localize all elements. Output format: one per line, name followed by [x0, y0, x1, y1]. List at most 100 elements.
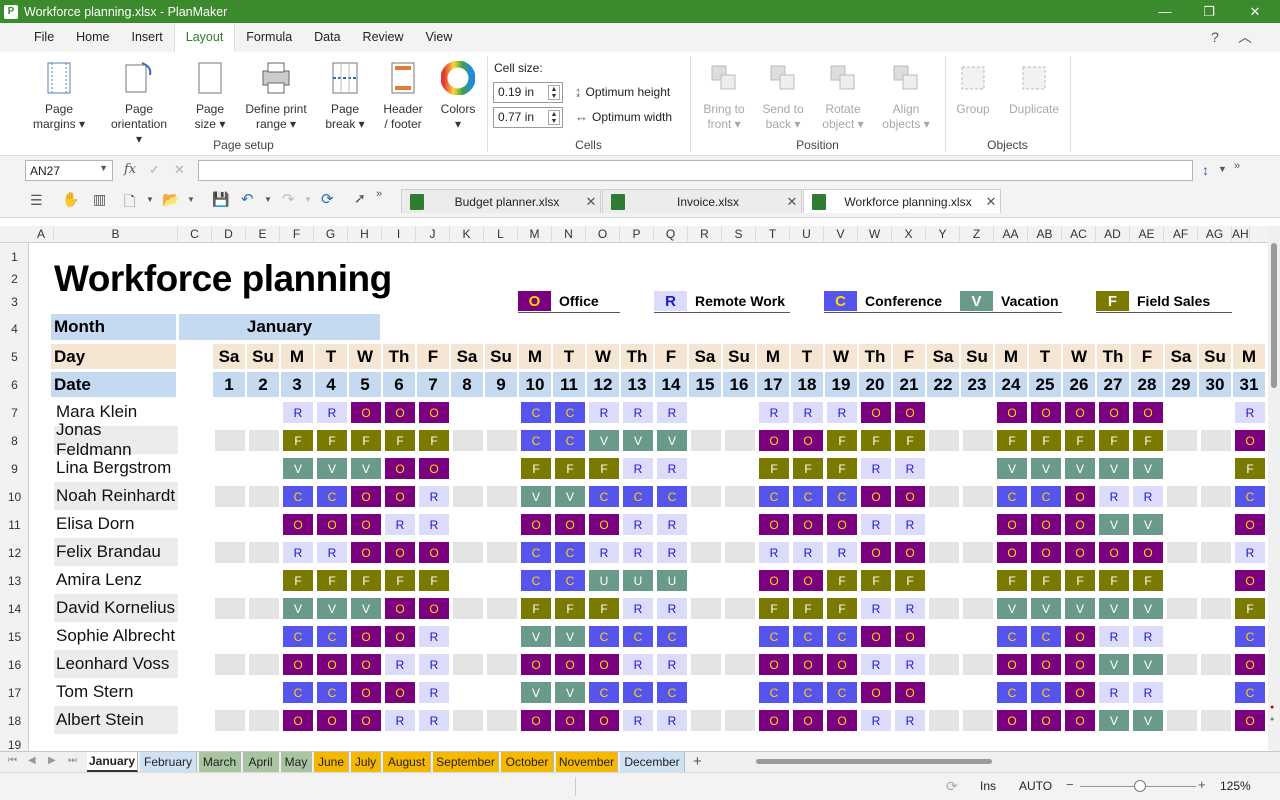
schedule-cell[interactable]: C [827, 486, 857, 507]
sidebar-icon[interactable]: ▥ [93, 191, 106, 208]
schedule-cell[interactable]: R [623, 598, 653, 619]
schedule-cell[interactable]: O [895, 626, 925, 647]
empty-cell[interactable] [725, 710, 755, 731]
empty-cell[interactable] [249, 486, 279, 507]
schedule-cell[interactable]: C [997, 682, 1027, 703]
schedule-cell[interactable]: C [827, 682, 857, 703]
schedule-cell[interactable]: O [793, 514, 823, 535]
schedule-cell[interactable]: C [657, 682, 687, 703]
schedule-cell[interactable]: F [759, 458, 789, 479]
column-header[interactable]: AC [1062, 226, 1096, 243]
schedule-cell[interactable]: C [1235, 626, 1265, 647]
schedule-cell[interactable]: R [657, 402, 687, 423]
sheet-tab[interactable]: June [314, 752, 349, 772]
schedule-cell[interactable]: F [555, 598, 585, 619]
schedule-cell[interactable]: C [623, 682, 653, 703]
empty-cell[interactable] [1201, 486, 1231, 507]
schedule-cell[interactable]: O [793, 710, 823, 731]
schedule-cell[interactable]: V [589, 430, 619, 451]
empty-cell[interactable] [691, 710, 721, 731]
sheet-tab[interactable]: February [140, 752, 197, 772]
schedule-cell[interactable]: R [895, 458, 925, 479]
schedule-cell[interactable]: O [1065, 626, 1095, 647]
schedule-cell[interactable]: O [861, 486, 891, 507]
schedule-cell[interactable]: V [657, 430, 687, 451]
maximize-button[interactable]: ❐ [1186, 0, 1232, 23]
schedule-cell[interactable]: R [895, 654, 925, 675]
schedule-cell[interactable]: V [555, 682, 585, 703]
schedule-cell[interactable]: C [589, 486, 619, 507]
empty-cell[interactable] [1201, 654, 1231, 675]
schedule-cell[interactable]: R [419, 486, 449, 507]
spinner-icon[interactable]: ▲ ▼ [548, 110, 560, 125]
schedule-cell[interactable]: R [759, 402, 789, 423]
empty-cell[interactable] [249, 430, 279, 451]
hand-icon[interactable]: ✋ [62, 191, 79, 208]
schedule-cell[interactable]: O [1031, 402, 1061, 423]
column-header[interactable]: K [450, 226, 484, 243]
schedule-cell[interactable]: R [793, 402, 823, 423]
empty-cell[interactable] [487, 542, 517, 563]
schedule-cell[interactable]: O [555, 710, 585, 731]
schedule-cell[interactable]: V [997, 598, 1027, 619]
empty-cell[interactable] [215, 486, 245, 507]
schedule-cell[interactable]: R [827, 542, 857, 563]
schedule-cell[interactable]: O [895, 542, 925, 563]
empty-cell[interactable] [487, 430, 517, 451]
schedule-cell[interactable]: C [521, 570, 551, 591]
schedule-cell[interactable]: O [861, 626, 891, 647]
menu-icon[interactable]: ☰ [30, 192, 43, 209]
close-icon[interactable]: ✕ [982, 194, 1000, 210]
schedule-cell[interactable]: O [827, 710, 857, 731]
schedule-cell[interactable]: R [861, 458, 891, 479]
formula-input[interactable] [198, 160, 1193, 181]
empty-cell[interactable] [1201, 542, 1231, 563]
schedule-cell[interactable]: O [385, 458, 415, 479]
empty-cell[interactable] [215, 542, 245, 563]
horizontal-scrollbar[interactable] [740, 754, 1265, 769]
schedule-cell[interactable]: V [351, 598, 381, 619]
row-header[interactable]: 8 [0, 426, 28, 454]
schedule-cell[interactable]: V [1065, 458, 1095, 479]
schedule-cell[interactable]: F [827, 458, 857, 479]
chevron-down-icon[interactable]: ▼ [146, 195, 154, 204]
schedule-cell[interactable]: O [895, 402, 925, 423]
header-footer-button[interactable]: Header / footer [378, 58, 428, 132]
schedule-cell[interactable]: O [1065, 542, 1095, 563]
column-header[interactable]: AA [994, 226, 1028, 243]
schedule-cell[interactable]: V [1133, 598, 1163, 619]
schedule-cell[interactable]: U [657, 570, 687, 591]
schedule-cell[interactable]: V [555, 486, 585, 507]
schedule-cell[interactable]: R [623, 710, 653, 731]
open-folder-icon[interactable]: 📂 [162, 191, 179, 208]
empty-cell[interactable] [725, 486, 755, 507]
schedule-cell[interactable]: F [419, 430, 449, 451]
schedule-cell[interactable]: F [385, 430, 415, 451]
empty-cell[interactable] [487, 598, 517, 619]
schedule-cell[interactable]: O [827, 654, 857, 675]
schedule-cell[interactable]: F [1031, 430, 1061, 451]
schedule-cell[interactable]: V [521, 626, 551, 647]
schedule-cell[interactable]: O [283, 710, 313, 731]
schedule-cell[interactable]: C [555, 570, 585, 591]
schedule-cell[interactable]: C [657, 486, 687, 507]
schedule-cell[interactable]: C [759, 682, 789, 703]
empty-cell[interactable] [453, 486, 483, 507]
row-header[interactable]: 4 [0, 314, 28, 342]
schedule-cell[interactable]: F [997, 570, 1027, 591]
schedule-cell[interactable]: C [623, 626, 653, 647]
empty-cell[interactable] [215, 430, 245, 451]
schedule-cell[interactable]: C [759, 486, 789, 507]
schedule-cell[interactable]: O [385, 542, 415, 563]
schedule-cell[interactable]: V [1099, 654, 1129, 675]
empty-cell[interactable] [725, 598, 755, 619]
schedule-cell[interactable]: R [895, 710, 925, 731]
empty-cell[interactable] [249, 654, 279, 675]
sheet-tab[interactable]: November [556, 752, 618, 772]
row-header[interactable]: 6 [0, 370, 28, 398]
column-header[interactable]: T [756, 226, 790, 243]
schedule-cell[interactable]: F [351, 570, 381, 591]
empty-cell[interactable] [487, 486, 517, 507]
menu-review[interactable]: Review [352, 23, 415, 52]
schedule-cell[interactable]: C [657, 626, 687, 647]
